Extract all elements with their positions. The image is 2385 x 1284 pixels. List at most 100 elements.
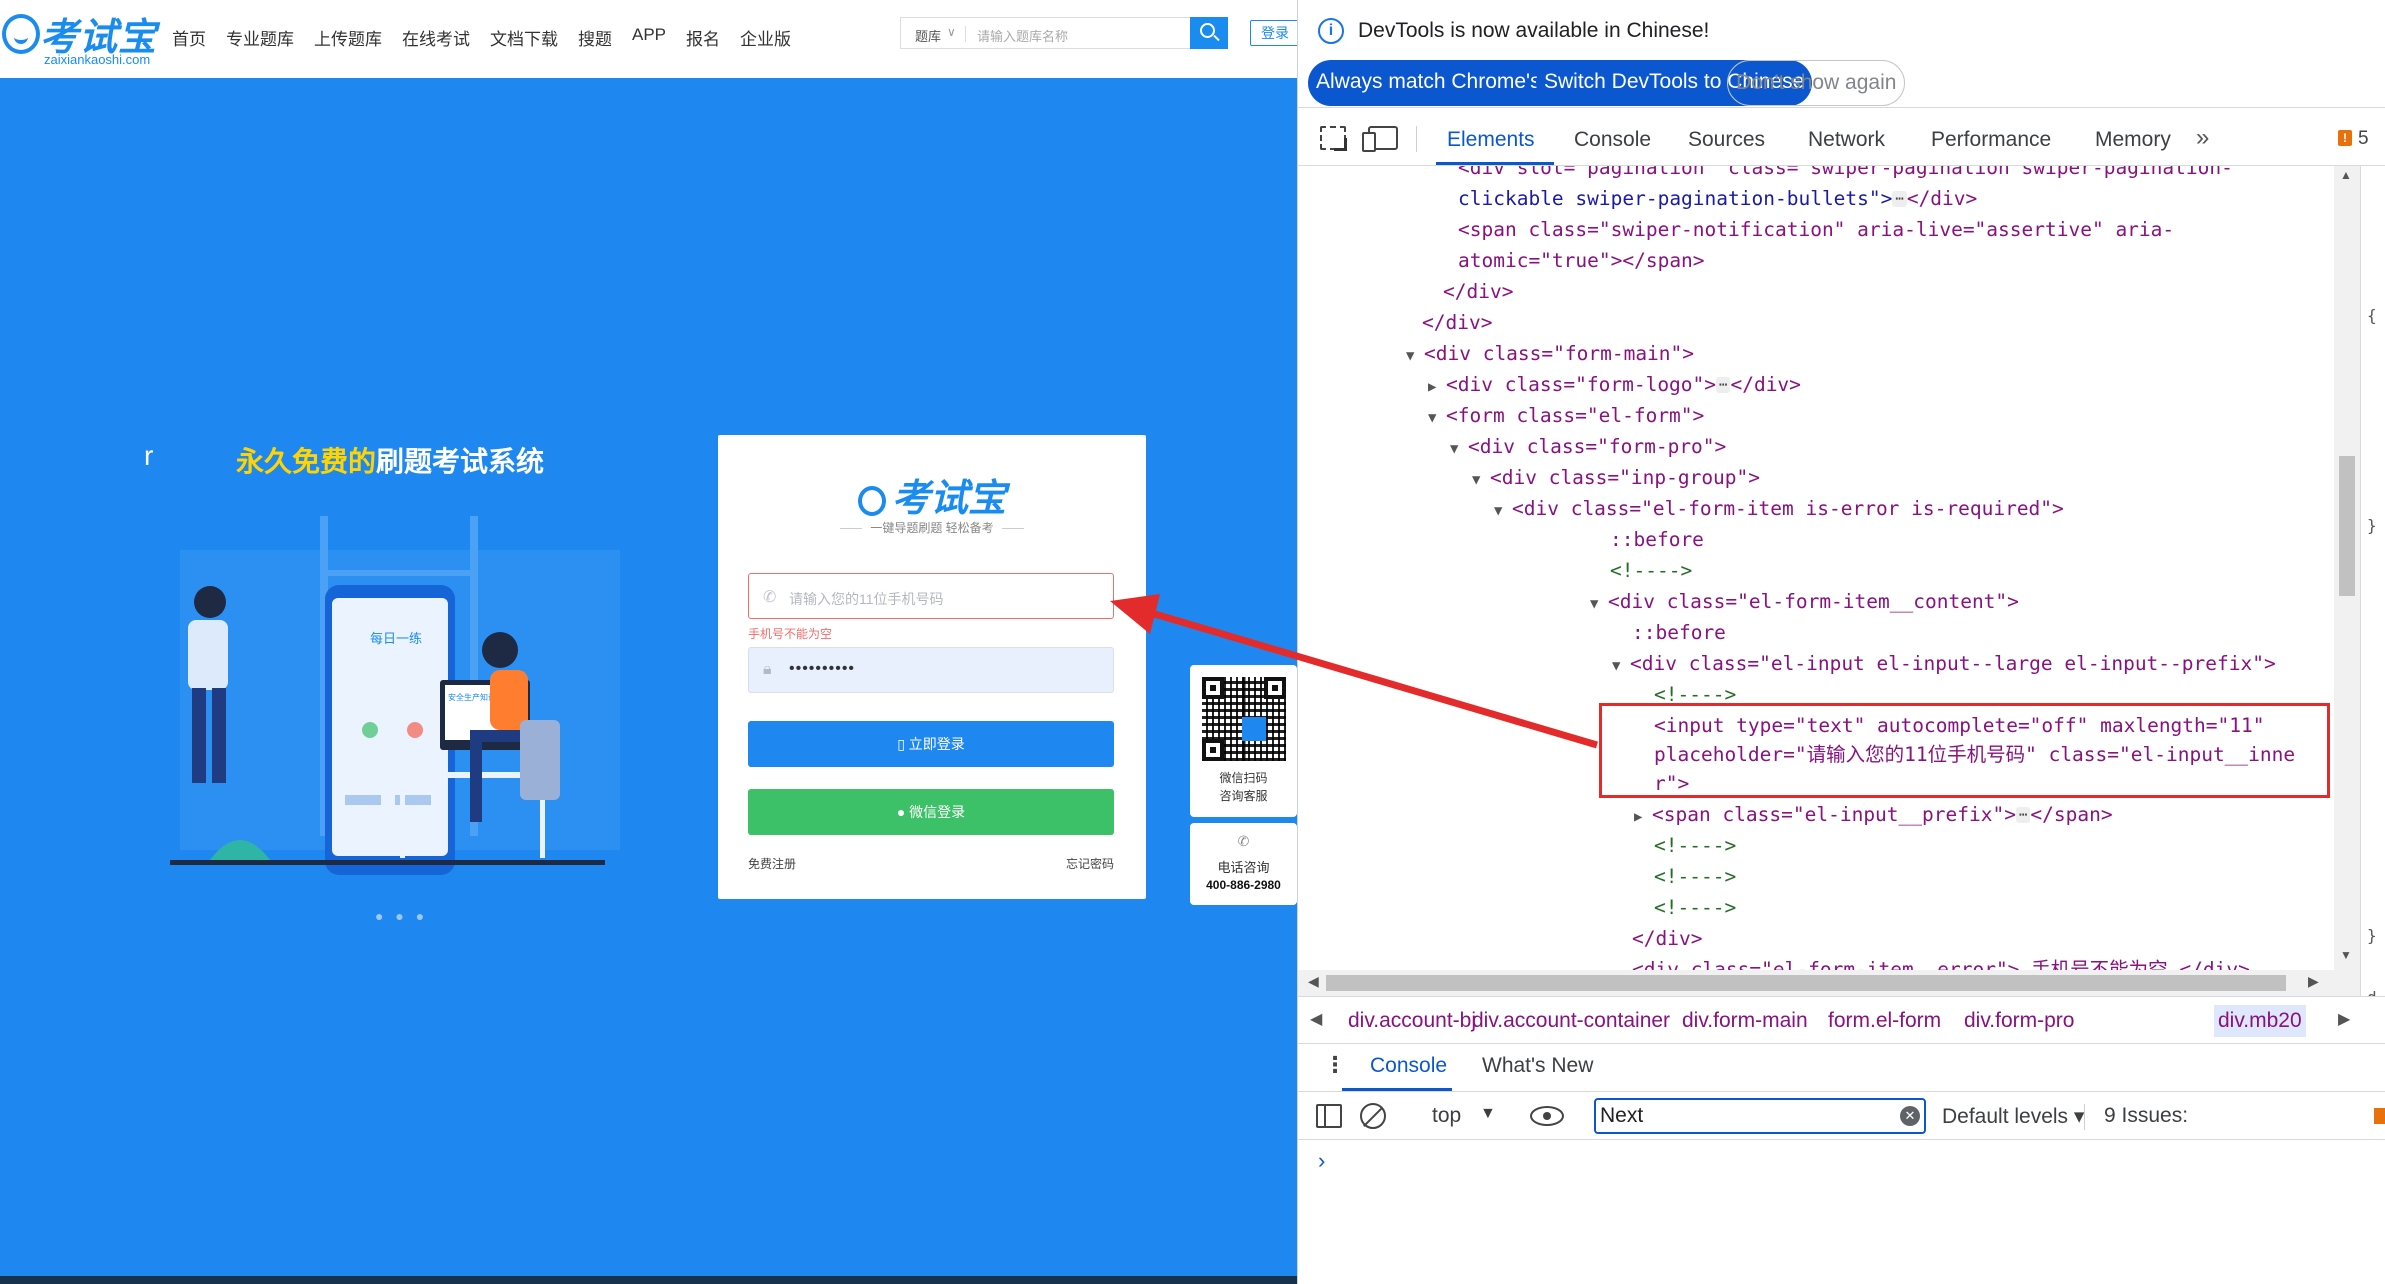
- breadcrumb-item[interactable]: div.form-pro: [1964, 1009, 2074, 1033]
- dom-node[interactable]: ▶ <span class="el-input__prefix"> ⋯ </span>: [1634, 799, 2113, 830]
- dom-node[interactable]: </div>: [1443, 276, 1513, 307]
- scroll-right-icon[interactable]: ▶: [2308, 973, 2319, 990]
- breadcrumb-left-icon[interactable]: ◀: [1310, 1009, 1322, 1029]
- scroll-thumb[interactable]: [1326, 975, 2286, 991]
- tab-elements[interactable]: Elements: [1447, 128, 1535, 152]
- expand-triangle-icon[interactable]: ▶: [1428, 372, 1446, 403]
- dom-comment[interactable]: <!---->: [1654, 830, 1736, 861]
- dom-node[interactable]: ▼ <div class="inp-group">: [1472, 462, 1760, 493]
- scroll-left-icon[interactable]: ◀: [1308, 973, 1319, 990]
- carousel-dots[interactable]: ● ● ●: [375, 908, 428, 924]
- issue-badge-icon[interactable]: [2374, 1108, 2385, 1124]
- dom-node[interactable]: ▼ <div class="el-form-item is-error is-re…: [1494, 493, 2064, 524]
- drawer-tab-console[interactable]: Console: [1370, 1054, 1447, 1078]
- dom-node[interactable]: ▼ <div class="el-form-item__content">: [1590, 586, 2019, 617]
- site-logo[interactable]: 考试宝 zaixiankaoshi.com: [0, 6, 160, 67]
- clear-console-icon[interactable]: [1360, 1103, 1386, 1129]
- dont-show-again-button[interactable]: Don't show again: [1727, 60, 1906, 106]
- drawer-tab-whats-new[interactable]: What's New: [1482, 1054, 1593, 1078]
- breadcrumb-item[interactable]: div.account-container: [1472, 1009, 1670, 1033]
- search-category-select[interactable]: 题库: [915, 26, 941, 45]
- console-sidebar-icon[interactable]: [1316, 1104, 1342, 1128]
- login-submit-button[interactable]: ▯ 立即登录: [748, 721, 1114, 767]
- phone-input[interactable]: ✆ 请输入您的11位手机号码: [748, 573, 1114, 619]
- clear-filter-icon[interactable]: ✕: [1900, 1106, 1920, 1126]
- dom-node[interactable]: <div slot="pagination" class="swiper-pag…: [1458, 166, 2233, 183]
- collapse-triangle-icon[interactable]: ▼: [1428, 403, 1446, 434]
- tab-memory[interactable]: Memory: [2095, 128, 2171, 152]
- scroll-down-icon[interactable]: ▼: [2340, 948, 2352, 962]
- console-prompt-icon[interactable]: ›: [1318, 1148, 1325, 1174]
- expand-triangle-icon[interactable]: ▶: [1634, 802, 1652, 833]
- context-caret-icon[interactable]: ▼: [1480, 1105, 1496, 1123]
- search-button[interactable]: [1190, 17, 1228, 49]
- tab-sources[interactable]: Sources: [1688, 128, 1765, 152]
- header-login-button[interactable]: 登录: [1250, 20, 1297, 46]
- site-search-input[interactable]: 题库 ∨ 请输入题库名称: [900, 17, 1190, 49]
- issues-warning-icon[interactable]: !: [2338, 130, 2352, 146]
- qr-service-panel[interactable]: 微信扫码 咨询客服: [1190, 665, 1297, 817]
- breadcrumb-item[interactable]: div.account-bj: [1348, 1009, 1476, 1033]
- dom-node[interactable]: ▼ <form class="el-form">: [1428, 400, 1704, 431]
- collapse-triangle-icon[interactable]: ▼: [1612, 651, 1630, 682]
- nav-online-exam[interactable]: 在线考试: [402, 25, 470, 50]
- collapse-triangle-icon[interactable]: ▼: [1590, 589, 1608, 620]
- nav-enterprise[interactable]: 企业版: [740, 25, 791, 50]
- collapse-triangle-icon[interactable]: ▼: [1472, 465, 1490, 496]
- breadcrumb-item[interactable]: form.el-form: [1828, 1009, 1941, 1033]
- log-levels-dropdown[interactable]: Default levels ▾: [1942, 1104, 2084, 1129]
- scroll-up-icon[interactable]: ▲: [2340, 168, 2352, 182]
- password-input[interactable]: 🔒︎ ••••••••••: [748, 647, 1114, 693]
- dom-node[interactable]: ▼ <div class="el-input el-input--large el…: [1612, 648, 2276, 679]
- tab-performance[interactable]: Performance: [1931, 128, 2051, 152]
- nav-home[interactable]: 首页: [172, 25, 206, 50]
- issues-count[interactable]: 5: [2358, 128, 2369, 150]
- dom-comment[interactable]: <!---->: [1610, 555, 1692, 586]
- nav-upload-bank[interactable]: 上传题库: [314, 25, 382, 50]
- collapse-triangle-icon[interactable]: ▼: [1406, 341, 1424, 372]
- dom-comment[interactable]: <!---->: [1654, 892, 1736, 923]
- collapse-triangle-icon[interactable]: ▼: [1450, 434, 1468, 465]
- ellipsis-icon[interactable]: ⋯: [1716, 377, 1731, 393]
- dom-pseudo[interactable]: ::before: [1632, 617, 1726, 648]
- forgot-password-link[interactable]: 忘记密码: [1066, 855, 1114, 872]
- scroll-thumb[interactable]: [2339, 456, 2355, 596]
- register-link[interactable]: 免费注册: [748, 855, 796, 872]
- nav-doc-download[interactable]: 文档下载: [490, 25, 558, 50]
- dom-node[interactable]: </div>: [1422, 307, 1492, 338]
- phone-consult-panel[interactable]: ✆ 电话咨询 400-886-2980: [1190, 823, 1297, 905]
- device-toolbar-icon[interactable]: [1362, 126, 1398, 152]
- dom-comment[interactable]: <!---->: [1654, 861, 1736, 892]
- ellipsis-icon[interactable]: ⋯: [1892, 191, 1907, 207]
- console-filter-input[interactable]: Next ✕: [1594, 1098, 1926, 1134]
- dom-node[interactable]: </div>: [1632, 923, 1702, 954]
- tab-network[interactable]: Network: [1808, 128, 1885, 152]
- drawer-menu-icon[interactable]: ⋮: [1324, 1052, 1346, 1078]
- wechat-login-button[interactable]: ● 微信登录: [748, 789, 1114, 835]
- breadcrumb-item-active[interactable]: div.mb20: [2214, 1005, 2306, 1037]
- tab-console[interactable]: Console: [1574, 128, 1651, 152]
- context-select[interactable]: top: [1432, 1104, 1461, 1128]
- breadcrumb-right-icon[interactable]: ▶: [2338, 1009, 2350, 1029]
- dom-node[interactable]: clickable swiper-pagination-bullets"> ⋯ </…: [1458, 183, 1977, 214]
- inspect-element-icon[interactable]: [1320, 126, 1346, 150]
- ellipsis-icon[interactable]: ⋯: [2015, 807, 2031, 823]
- more-tabs-icon[interactable]: »: [2196, 124, 2209, 152]
- console-issues-counter[interactable]: 9 Issues:: [2104, 1104, 2188, 1128]
- dom-node[interactable]: ▼ <div class="form-pro">: [1450, 431, 1726, 462]
- live-expression-eye-icon[interactable]: [1530, 1106, 1564, 1126]
- dom-pseudo[interactable]: ::before: [1610, 524, 1704, 555]
- elements-horizontal-scrollbar[interactable]: ◀ ▶: [1298, 970, 2360, 996]
- dom-node[interactable]: ▼ <div class="form-main">: [1406, 338, 1694, 369]
- dom-node[interactable]: <span class="swiper-notification" aria-l…: [1458, 214, 2174, 245]
- nav-app[interactable]: APP: [632, 25, 666, 50]
- dom-node[interactable]: <div class="el-form-item__error"> 手机号不能为…: [1632, 954, 2250, 970]
- dom-node[interactable]: ▶ <div class="form-logo"> ⋯ </div>: [1428, 369, 1801, 400]
- elements-vertical-scrollbar[interactable]: ▲ ▼: [2334, 166, 2360, 970]
- collapse-triangle-icon[interactable]: ▼: [1494, 496, 1512, 527]
- nav-search-question[interactable]: 搜题: [578, 25, 612, 50]
- breadcrumb-item[interactable]: div.form-main: [1682, 1009, 1808, 1033]
- dom-node[interactable]: atomic="true"></span>: [1458, 245, 1705, 276]
- nav-question-bank[interactable]: 专业题库: [226, 25, 294, 50]
- nav-signup[interactable]: 报名: [686, 25, 720, 50]
